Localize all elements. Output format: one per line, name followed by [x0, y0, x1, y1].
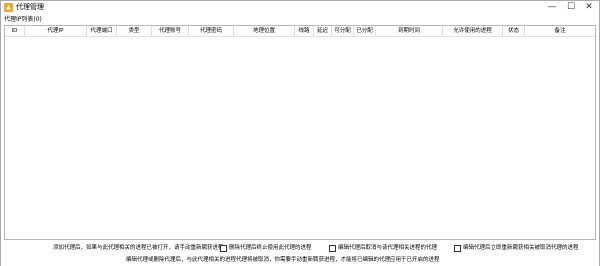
proxy-list-table[interactable]: ID 代理IP 代理端口 类型 代理账号 代理密码 地理位置 线路 延迟 可分配…: [4, 25, 596, 240]
close-icon[interactable]: ✕: [579, 1, 599, 14]
add-proxy-tip: 添加代理后，如果与此代理相关的进程已被打开，请手动重新聘获进程: [53, 245, 224, 251]
option-cancel-proxy-on-edit[interactable]: 编辑代理后取消与该代理相关进程的代理: [329, 244, 437, 252]
column-header-proxy-account[interactable]: 代理账号: [152, 26, 189, 37]
footer-panel: 添加代理后，如果与此代理相关的进程已被打开，请手动重新聘获进程 删除代理后终止使…: [1, 241, 599, 266]
app-icon: [4, 3, 13, 12]
column-header-proxy-port[interactable]: 代理端口: [87, 26, 117, 37]
option-reacquire-on-edit[interactable]: 编辑代理后立即重新聘获相关被取消代理的进程: [454, 244, 579, 252]
column-header-allowed-process[interactable]: 允许使用的进程: [443, 26, 503, 37]
column-header-expire-time[interactable]: 到期时间: [376, 26, 443, 37]
column-header-line[interactable]: 线路: [295, 26, 314, 37]
column-header-assignable[interactable]: 可分配: [332, 26, 354, 37]
option-label: 删除代理后终止使用此代理的进程: [229, 245, 312, 251]
minimize-icon[interactable]: —: [542, 1, 562, 14]
option-label: 编辑代理后立即重新聘获相关被取消代理的进程: [463, 245, 579, 251]
column-header-id[interactable]: ID: [5, 26, 25, 37]
column-header-latency[interactable]: 延迟: [314, 26, 332, 37]
option-label: 编辑代理后取消与该代理相关进程的代理: [338, 245, 438, 251]
proxy-list-label: 代理IP列表(0): [4, 16, 42, 23]
column-header-status[interactable]: 状态: [503, 26, 525, 37]
maximize-icon[interactable]: ☐: [561, 1, 581, 14]
column-header-remark[interactable]: 备注: [525, 26, 595, 37]
title-bar[interactable]: 代理管理 — ☐ ✕: [1, 1, 599, 14]
column-header-proxy-password[interactable]: 代理密码: [189, 26, 234, 37]
column-header-type[interactable]: 类型: [117, 26, 152, 37]
option-kill-process-on-delete[interactable]: 删除代理后终止使用此代理的进程: [220, 244, 312, 252]
kill-process-checkbox[interactable]: [220, 244, 227, 252]
column-header-proxy-ip[interactable]: 代理IP: [25, 26, 87, 37]
table-header: ID 代理IP 代理端口 类型 代理账号 代理密码 地理位置 线路 延迟 可分配…: [5, 26, 595, 37]
proxy-manager-window: 代理管理 — ☐ ✕ 代理IP列表(0) ID 代理IP 代理端口 类型 代理账…: [0, 0, 600, 266]
column-header-assigned[interactable]: 已分配: [354, 26, 376, 37]
cancel-proxy-checkbox[interactable]: [329, 244, 336, 252]
window-title: 代理管理: [16, 3, 44, 11]
column-header-location[interactable]: 地理位置: [234, 26, 295, 37]
reacquire-checkbox[interactable]: [454, 244, 461, 252]
edit-proxy-tip: 编辑代理或删除代理后，与此代理相关的进程代理将被取消，你需要手动重新聘获进程，才…: [126, 257, 440, 263]
